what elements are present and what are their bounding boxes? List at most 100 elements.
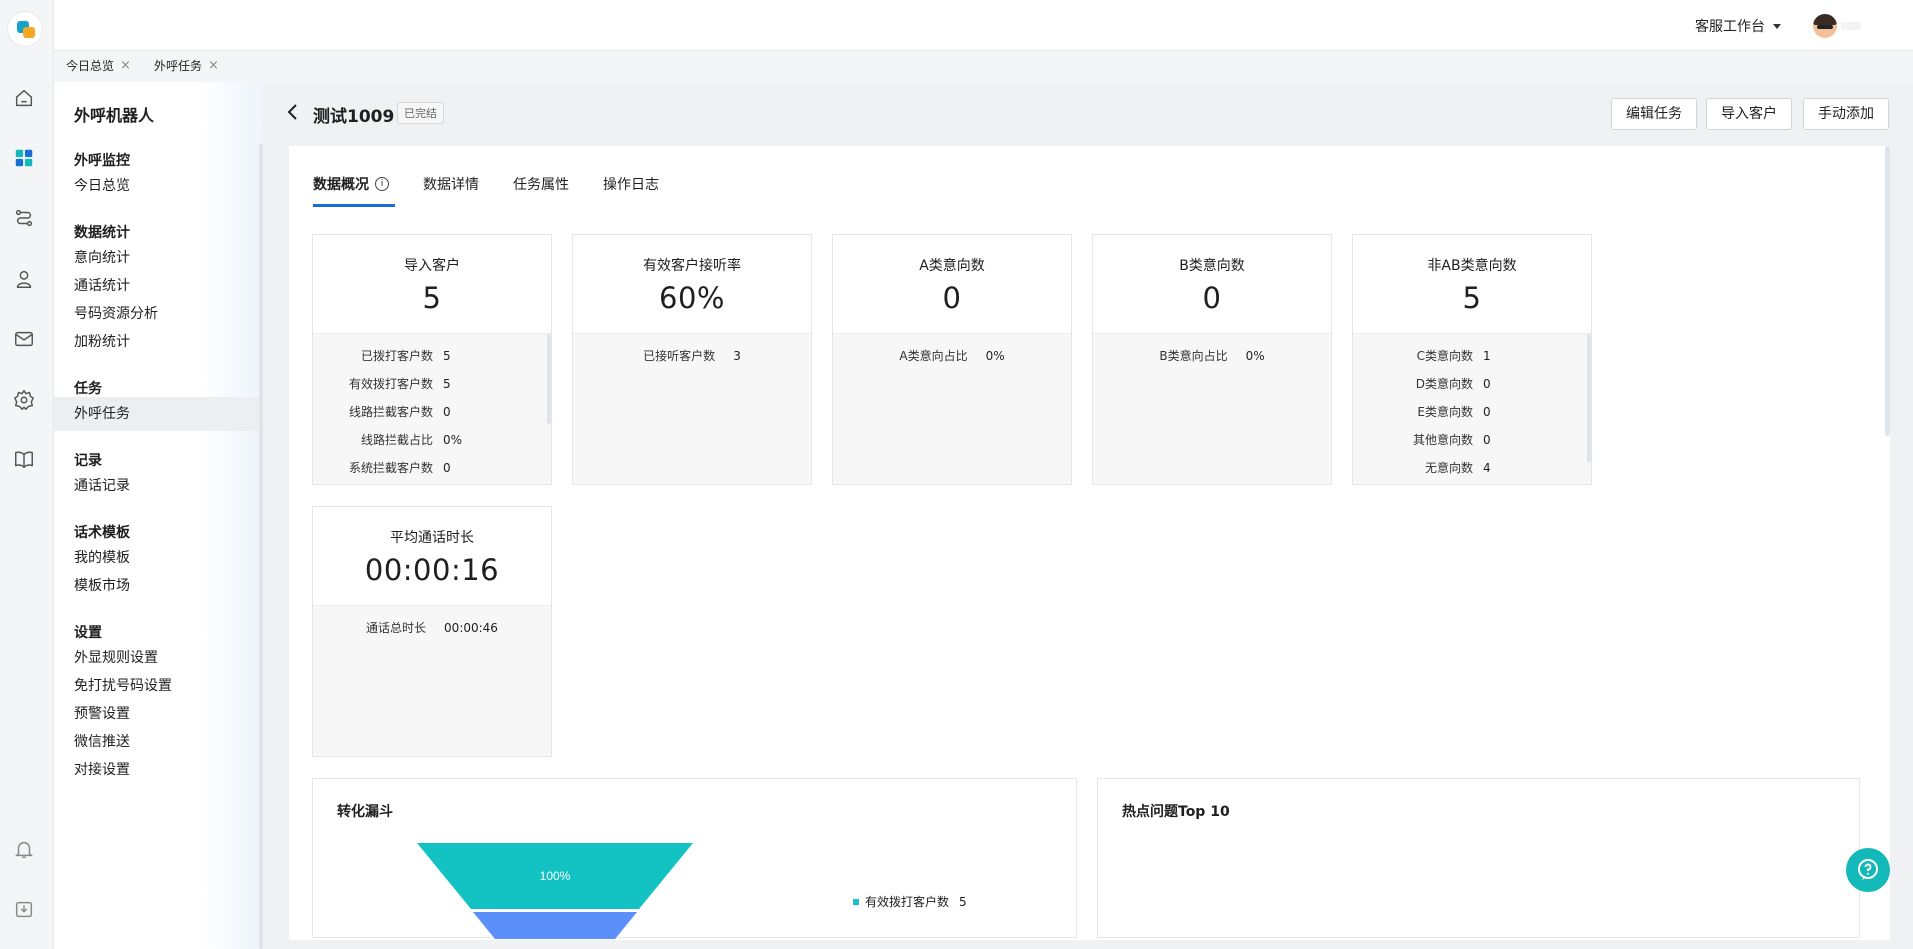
- icon-rail: [0, 0, 54, 949]
- stat-row-key: C类意向数: [1416, 349, 1473, 363]
- stat-label: 平均通话时长: [390, 530, 474, 546]
- info-icon[interactable]: i: [375, 177, 389, 191]
- stat-card-avg-duration: 平均通话时长 00:00:16 通话总时长 00:00:46: [312, 506, 552, 757]
- help-button[interactable]: [1846, 848, 1890, 892]
- sidebar-group: 任务: [74, 381, 102, 397]
- stat-row-value: 3: [733, 349, 741, 363]
- tab-data-details[interactable]: 数据详情: [423, 174, 479, 194]
- stat-row-key: A类意向占比: [899, 349, 968, 363]
- stat-row-value: 0: [1483, 377, 1491, 391]
- tab-label: 任务属性: [513, 177, 569, 193]
- sidebar-group: 数据统计: [74, 225, 130, 241]
- book-icon[interactable]: [13, 448, 35, 470]
- settings-icon[interactable]: [13, 389, 35, 411]
- stat-row-key: 系统拦截客户数: [348, 461, 433, 475]
- hot-questions-panel: 热点问题Top 10: [1097, 778, 1860, 938]
- dashboard-icon[interactable]: [13, 147, 35, 169]
- content-tabs: 数据概况 i 数据详情 任务属性 操作日志: [313, 174, 659, 207]
- import-customer-button[interactable]: 导入客户: [1706, 98, 1792, 130]
- page-title: 测试1009: [313, 107, 395, 127]
- stat-row-value: 4: [1483, 461, 1491, 475]
- stat-card-non-ab-intent: 非AB类意向数 5 C类意向数 1 D类意向数 0 E类意向数 0 其他意向数 0 无意向…: [1352, 234, 1592, 485]
- sidebar-item-call-records[interactable]: 通话记录: [54, 469, 260, 503]
- manual-add-button[interactable]: 手动添加: [1803, 98, 1889, 130]
- stat-row-key: 线路拦截占比: [360, 433, 433, 447]
- back-chevron-icon[interactable]: [286, 103, 298, 121]
- top-header: 客服工作台: [54, 0, 1913, 51]
- sidebar-item-template-market[interactable]: 模板市场: [54, 569, 260, 603]
- customer-icon[interactable]: [13, 268, 35, 290]
- stat-card-a-intent: A类意向数 0 A类意向占比 0%: [832, 234, 1072, 485]
- home-icon[interactable]: [13, 87, 35, 109]
- sidebar-group: 外呼监控: [74, 153, 130, 169]
- legend-label: 有效拨打客户数: [865, 895, 950, 909]
- download-icon[interactable]: [13, 898, 35, 920]
- sidebar-item-outbound-task[interactable]: 外呼任务: [54, 397, 263, 431]
- stat-scrollbar[interactable]: [1587, 334, 1591, 462]
- main-scrollbar[interactable]: [1885, 146, 1890, 436]
- stat-row-key: D类意向数: [1415, 377, 1473, 391]
- stat-row-value: 0: [1483, 405, 1491, 419]
- close-icon[interactable]: ×: [208, 58, 219, 73]
- stat-label: 导入客户: [404, 258, 460, 274]
- sidebar-scrollbar[interactable]: [259, 144, 263, 949]
- tab-data-overview[interactable]: 数据概况 i: [313, 174, 395, 207]
- bell-icon[interactable]: [13, 838, 35, 860]
- route-icon[interactable]: [13, 207, 35, 229]
- stat-label: B类意向数: [1179, 258, 1245, 274]
- stat-label: 有效客户接听率: [643, 258, 741, 274]
- funnel-panel: 转化漏斗 100% 有效拨打客户数 5: [312, 778, 1077, 939]
- stat-value: 5: [422, 281, 442, 315]
- stat-row-key: E类意向数: [1417, 405, 1473, 419]
- sidebar-group: 话术模板: [74, 525, 130, 541]
- stat-row-key: 无意向数: [1424, 461, 1473, 475]
- avatar[interactable]: [1813, 14, 1837, 38]
- workbench-label: 客服工作台: [1695, 19, 1765, 35]
- funnel-top-label: 100%: [540, 869, 571, 883]
- stat-row-value: 0: [443, 405, 451, 419]
- edit-task-button[interactable]: 编辑任务: [1611, 98, 1697, 130]
- stat-row-key: 已拨打客户数: [360, 349, 433, 363]
- stat-card-answer-rate: 有效客户接听率 60% 已接听客户数 3: [572, 234, 812, 485]
- status-badge: 已完结: [397, 102, 444, 124]
- stat-row-value: 0: [1483, 433, 1491, 447]
- workbench-dropdown[interactable]: 客服工作台: [1695, 16, 1781, 36]
- tab-task-properties[interactable]: 任务属性: [513, 174, 569, 194]
- stat-value: 0: [942, 281, 962, 315]
- mail-icon[interactable]: [13, 328, 35, 350]
- stat-row-key: B类意向占比: [1159, 349, 1228, 363]
- stat-card-b-intent: B类意向数 0 B类意向占比 0%: [1092, 234, 1332, 485]
- sidebar-item-fans-stats[interactable]: 加粉统计: [54, 325, 260, 359]
- close-icon[interactable]: ×: [120, 58, 131, 73]
- panel-title: 热点问题Top 10: [1122, 804, 1230, 820]
- app-logo-icon[interactable]: [8, 12, 42, 46]
- tab-label: 数据概况: [313, 177, 369, 193]
- sidebar-item-today-overview[interactable]: 今日总览: [54, 169, 260, 203]
- stat-row-value: 00:00:46: [444, 621, 498, 635]
- sidebar-group: 设置: [74, 625, 102, 641]
- stat-row-value: 0: [443, 461, 451, 475]
- sidebar-title: 外呼机器人: [74, 106, 155, 125]
- stat-scrollbar[interactable]: [547, 334, 551, 424]
- stat-row-value: 1: [1483, 349, 1491, 363]
- stat-value: 5: [1462, 281, 1482, 315]
- chevron-down-icon: [1773, 23, 1781, 29]
- tab-label: 数据详情: [423, 177, 479, 193]
- sidebar-item-integration[interactable]: 对接设置: [54, 753, 260, 787]
- stat-row-key: 通话总时长: [366, 621, 427, 635]
- help-icon: [1858, 859, 1878, 880]
- stat-value: 60%: [659, 281, 725, 315]
- tab-label: 操作日志: [603, 177, 659, 193]
- sidebar-group: 记录: [74, 453, 102, 469]
- stat-label: A类意向数: [919, 258, 985, 274]
- stat-label: 非AB类意向数: [1427, 258, 1517, 274]
- stat-row-key: 线路拦截客户数: [348, 405, 433, 419]
- funnel-layer-2: [473, 912, 637, 939]
- tab-outbound-task[interactable]: 外呼任务 ×: [154, 57, 219, 74]
- open-tabs: 今日总览 × 外呼任务 ×: [54, 51, 1913, 82]
- user-name-placeholder: [1841, 22, 1861, 30]
- stat-row-value: 0%: [1245, 349, 1265, 363]
- tab-today-overview[interactable]: 今日总览 ×: [66, 57, 131, 74]
- stat-card-imported: 导入客户 5 已拨打客户数 5 有效拨打客户数 5 线路拦截客户数 0 线路拦截占比 0%…: [312, 234, 552, 485]
- tab-operation-log[interactable]: 操作日志: [603, 174, 659, 194]
